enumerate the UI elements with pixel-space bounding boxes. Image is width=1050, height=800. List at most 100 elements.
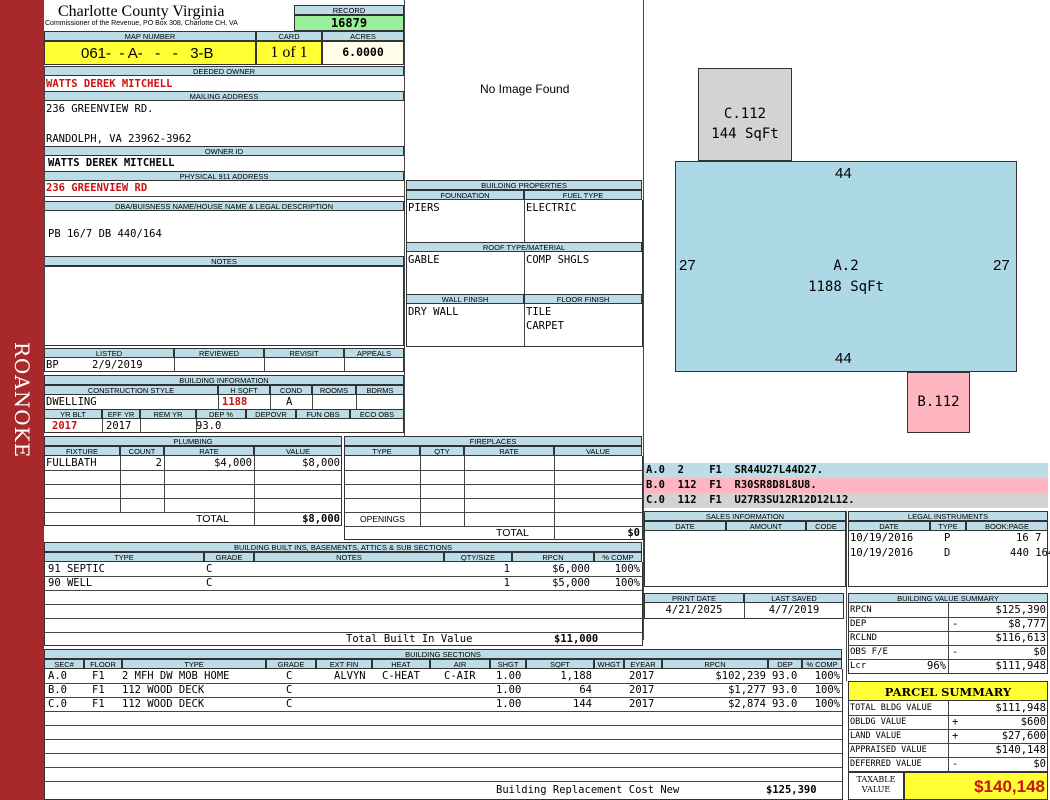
taxable-value: $140,148 [974,777,1045,796]
dba-header: DBA/BUISNESS NAME/HOUSE NAME & LEGAL DES… [44,201,404,211]
building-info-header: BUILDING INFORMATION [44,375,404,385]
legal-type-header: TYPE [930,521,966,531]
building-properties-header: BUILDING PROPERTIES [406,180,642,190]
brcn-value: $125,390 [766,784,817,796]
acres-value: 6.0000 [342,45,384,59]
hsqft-header: H SQFT [218,385,270,395]
parcel-appraised-value: $140,148 [995,744,1046,756]
bi-qty-header: QTY/SIZE [444,552,512,562]
sqft-header: SQFT [526,659,594,669]
openings-label: OPENINGS [360,514,405,524]
legal-description: PB 16/7 DB 440/164 [48,228,162,240]
grade-header: GRADE [266,659,316,669]
built-in-total: $11,000 [554,633,599,645]
parcel-land-value: $27,600 [1001,730,1046,742]
bi-comp-header: % COMP [594,552,642,562]
sales-amount-header: AMOUNT [726,521,806,531]
plumbing-total: $8,000 [302,513,340,525]
built-ins-header: BUILDING BUILT INS, BASEMENTS, ATTICS & … [44,542,642,552]
sketch-a-label: A.2 [833,258,859,274]
deeded-owner: WATTS DEREK MITCHELL [46,78,173,90]
mailing-line-2: RANDOLPH, VA 23962-3962 [46,133,192,145]
owner-id: WATTS DEREK MITCHELL [48,157,175,169]
notes-header: NOTES [44,256,404,266]
legal-book-header: BOOK:PAGE [966,521,1048,531]
taxable-label-box: TAXABLE VALUE [848,772,904,800]
fp-type-header: TYPE [344,446,420,456]
parcel-land-label: LAND VALUE [850,731,902,741]
sketch-c-area: 144 SqFt [711,126,779,142]
sales-code-header: CODE [806,521,846,531]
vs-rpcn-label: RPCN [850,605,872,615]
sales-header: SALES INFORMATION [644,511,846,521]
type-header: TYPE [122,659,266,669]
sketch-a-area: 1188 SqFt [808,279,884,295]
parcel-appraised-label: APPRAISED VALUE [850,745,927,755]
parcel-deferred-label: DEFERRED VALUE [850,759,922,769]
legal-date-header: DATE [848,521,930,531]
fp-total-label: TOTAL [496,527,529,539]
last-saved-header: LAST SAVED [744,593,844,603]
sec-header: SEC# [44,659,84,669]
construction-style-header: CONSTRUCTION STYLE [44,385,218,395]
record-value: 16879 [330,16,368,30]
map-number: 061- - A- - - 3-B [81,45,214,62]
physical-address-header: PHYSICAL 911 ADDRESS [44,171,404,181]
legal-header: LEGAL INSTRUMENTS [848,511,1048,521]
value-header: VALUE [254,446,342,456]
parcel-obldg-value: $600 [1020,716,1046,728]
built-in-total-label: Total Built In Value [346,633,473,645]
notes-box [44,266,404,346]
count-header: COUNT [120,446,164,456]
vs-rclnd-value: $116,613 [995,632,1046,644]
floor-header: FLOOR [84,659,122,669]
sketch-code-row-b: B.0 112 F1 R30SR8D8L8U8. [644,478,1048,493]
fireplaces-header: FIREPLACES [344,436,642,446]
map-number-box: 061- - A- - - 3-B [44,41,256,65]
sketch-section-c[interactable]: C.112 144 SqFt [698,68,792,161]
vs-lcr-label: Lcr [850,661,867,671]
fixture-header: FIXTURE [44,446,120,456]
parcel-deferred-value: $0 [1033,758,1046,770]
sketch-code-row-c: C.0 112 F1 U27R3SU12R12D12L12. [644,493,1048,508]
sketch-b-label: B.112 [917,394,960,410]
taxable-value-box: $140,148 [904,772,1048,800]
appeals-header: APPEALS [344,348,404,358]
parcel-bldg-value: $111,948 [995,702,1046,714]
sketch-dim-top: 44 [835,165,852,182]
acres-box: 6.0000 [322,41,404,65]
brcn-label: Building Replacement Cost New [496,784,680,796]
cond-header: COND [270,385,312,395]
sketch-section-a[interactable]: A.2 1188 SqFt [675,161,1017,372]
reviewed-header: REVIEWED [174,348,264,358]
plumbing-header: PLUMBING [44,436,342,446]
card-value: 1 of 1 [270,44,308,61]
shgt-header: SHGT [490,659,526,669]
sidebar-label: ROANOKE [10,341,34,459]
parcel-bldg-label: TOTAL BLDG VALUE [850,703,932,713]
sales-date-header: DATE [644,521,726,531]
fp-total: $0 [627,527,640,539]
heat-header: HEAT [372,659,430,669]
no-image-text: No Image Found [480,82,570,96]
map-number-header: MAP NUMBER [44,31,256,41]
sketch-dim-right: 27 [993,257,1010,274]
sketch-dim-left: 27 [679,257,696,274]
sketch-section-b[interactable]: B.112 [907,372,970,433]
vs-rclnd-label: RCLND [850,633,878,643]
whgt-header: WHGT [594,659,624,669]
bi-notes-header: NOTES [254,552,444,562]
sketch-code-row-a: A.0 2 F1 SR44U27L44D27. [644,463,1048,478]
deeded-owner-header: DEEDED OWNER [44,66,404,76]
eyear-header: EYEAR [624,659,662,669]
fp-rate-header: RATE [464,446,554,456]
record-box: 16879 [294,15,404,31]
rate-header: RATE [164,446,254,456]
bi-type-header: TYPE [44,552,204,562]
fuel-header: FUEL TYPE [524,190,642,200]
vs-rpcn-value: $125,390 [995,604,1046,616]
air-header: AIR [430,659,490,669]
vs-dep-label: DEP [850,619,867,629]
owner-id-header: OWNER ID [44,146,404,156]
bi-rpcn-header: RPCN [512,552,594,562]
